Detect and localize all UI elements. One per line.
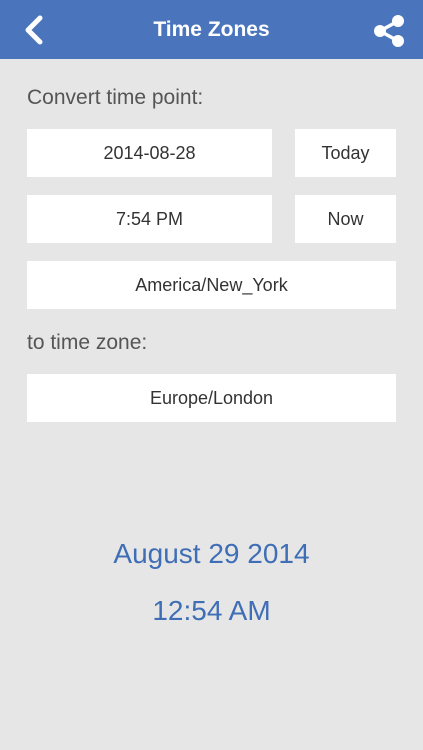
date-field[interactable]: 2014-08-28 [27, 129, 272, 177]
chevron-left-icon [25, 15, 43, 45]
back-button[interactable] [14, 10, 54, 50]
time-field[interactable]: 7:54 PM [27, 195, 272, 243]
source-timezone-field[interactable]: America/New_York [27, 261, 396, 309]
nav-bar: Time Zones [0, 0, 423, 59]
result-time: 12:54 AM [152, 595, 271, 626]
target-label: to time zone: [27, 331, 148, 354]
today-button[interactable]: Today [295, 129, 396, 177]
result-date: August 29 2014 [113, 538, 310, 569]
share-icon [374, 15, 404, 47]
share-button[interactable] [369, 11, 409, 51]
convert-label: Convert time point: [27, 86, 204, 109]
now-button[interactable]: Now [295, 195, 396, 243]
page-title: Time Zones [153, 18, 270, 41]
target-timezone-field[interactable]: Europe/London [27, 374, 396, 422]
